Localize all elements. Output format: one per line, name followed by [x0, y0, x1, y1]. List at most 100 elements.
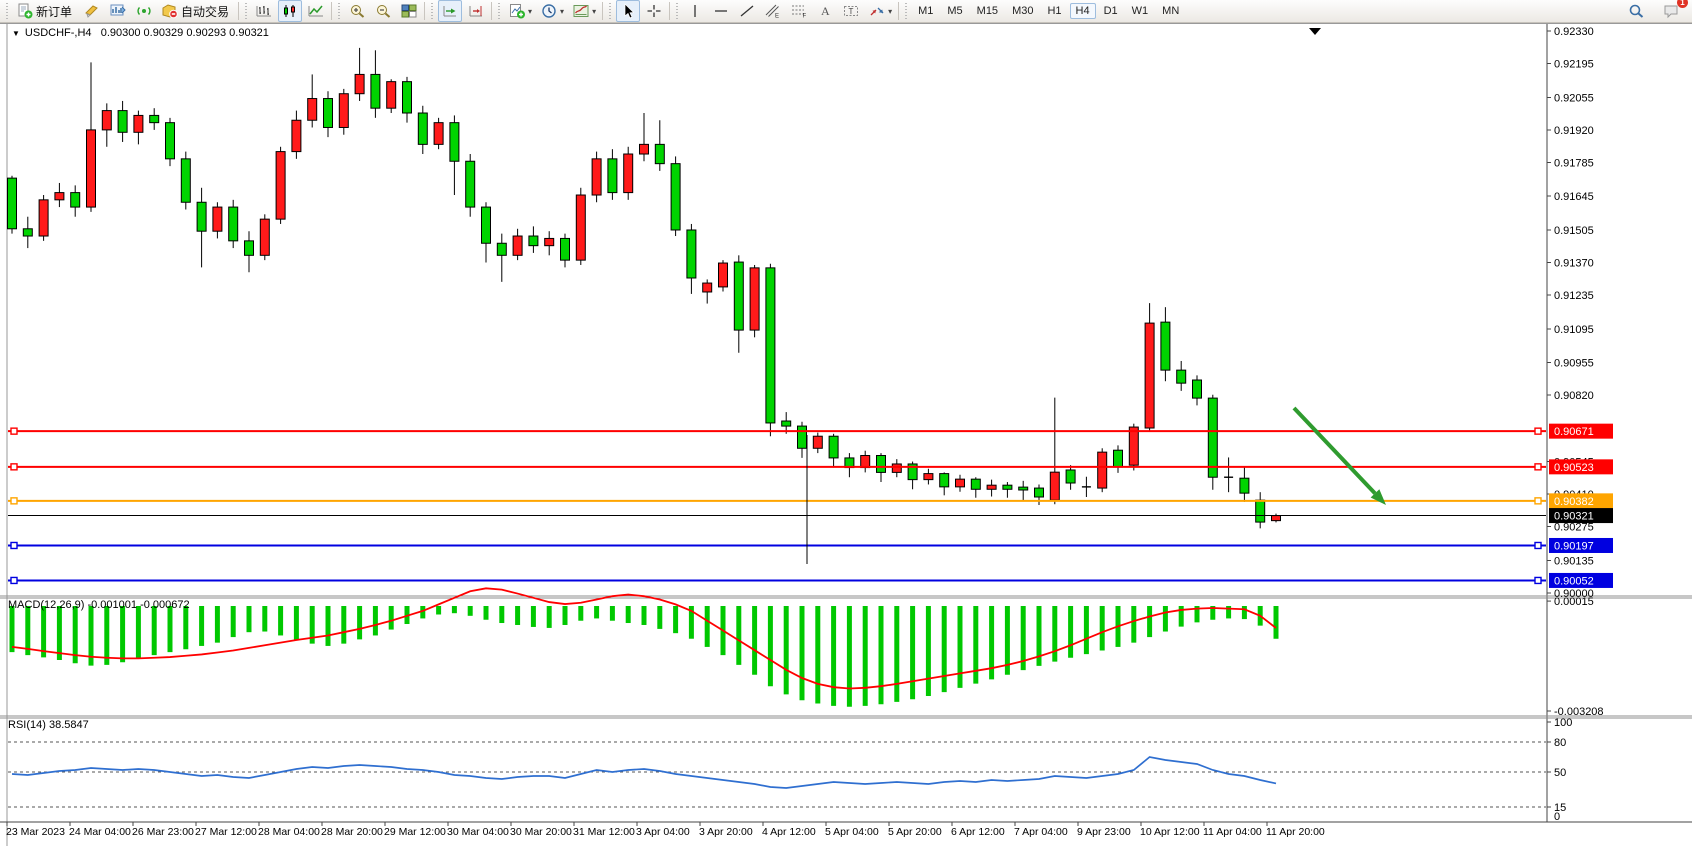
chart-title-text: USDCHF-,H4 0.90300 0.90329 0.90293 0.903…: [25, 27, 269, 39]
trendline-icon: [738, 3, 756, 19]
tf-mn[interactable]: MN: [1156, 3, 1185, 19]
chart-shift-icon: [467, 3, 485, 19]
hline-handle: [1535, 428, 1541, 434]
label-button[interactable]: T: [839, 0, 863, 22]
tf-h4[interactable]: H4: [1070, 3, 1096, 19]
periods-button[interactable]: ▾: [537, 0, 567, 22]
fibonacci-icon: F: [790, 3, 808, 19]
tf-m5-label: M5: [947, 5, 962, 17]
crosshair-button[interactable]: [642, 0, 666, 22]
toolbar-grip: [674, 3, 679, 19]
hline-handle: [1535, 464, 1541, 470]
macd-label: MACD(12,26,9) -0.001001 -0.000672: [8, 599, 190, 611]
label-icon: T: [842, 3, 860, 19]
line-chart-button[interactable]: [304, 0, 328, 22]
tf-h1[interactable]: H1: [1041, 3, 1067, 19]
chart-shift-button[interactable]: [464, 0, 488, 22]
toolbar-separator: [602, 2, 603, 20]
svg-text:28 Mar 04:00: 28 Mar 04:00: [258, 826, 320, 838]
zoom-out-button[interactable]: [371, 0, 395, 22]
cursor-button[interactable]: [616, 0, 640, 22]
chat-button[interactable]: 1: [1659, 0, 1683, 22]
svg-text:0.92195: 0.92195: [1554, 59, 1594, 71]
autotrade-icon: [161, 3, 179, 19]
svg-text:0.90955: 0.90955: [1554, 358, 1594, 370]
dropdown-arrow-icon[interactable]: ▾: [888, 7, 892, 16]
dropdown-arrow-icon[interactable]: ▾: [560, 7, 564, 16]
market-watch-icon: [109, 3, 127, 19]
svg-text:0.90321: 0.90321: [1554, 511, 1594, 523]
tf-m15[interactable]: M15: [971, 3, 1004, 19]
svg-text:29 Mar 12:00: 29 Mar 12:00: [384, 826, 446, 838]
svg-text:3 Apr 04:00: 3 Apr 04:00: [636, 826, 690, 838]
cursor-icon: [619, 3, 637, 19]
svg-text:7 Apr 04:00: 7 Apr 04:00: [1014, 826, 1068, 838]
svg-text:11 Apr 20:00: 11 Apr 20:00: [1266, 826, 1325, 838]
tf-m5[interactable]: M5: [941, 3, 968, 19]
svg-text:4 Apr 12:00: 4 Apr 12:00: [762, 826, 816, 838]
candlestick-icon: [281, 3, 299, 19]
toolbar-grip: [4, 3, 9, 19]
dropdown-arrow-icon[interactable]: ▾: [528, 7, 532, 16]
svg-text:0.92330: 0.92330: [1554, 26, 1594, 38]
channel-button[interactable]: E: [761, 0, 785, 22]
svg-text:24 Mar 04:00: 24 Mar 04:00: [69, 826, 131, 838]
text-button[interactable]: A: [813, 0, 837, 22]
svg-text:11 Apr 04:00: 11 Apr 04:00: [1203, 826, 1262, 838]
autotrade-button[interactable]: 自动交易: [158, 0, 235, 22]
svg-text:0.90135: 0.90135: [1554, 555, 1594, 567]
toolbar-grip: [243, 3, 248, 19]
market-watch-button[interactable]: [106, 0, 130, 22]
tf-w1[interactable]: W1: [1126, 3, 1155, 19]
new-order-button-label: 新订单: [36, 3, 72, 20]
tf-d1[interactable]: D1: [1098, 3, 1124, 19]
hline-handle: [1535, 577, 1541, 583]
bar-chart-button[interactable]: [252, 0, 276, 22]
svg-text:5 Apr 20:00: 5 Apr 20:00: [888, 826, 942, 838]
candlestick-button[interactable]: [278, 0, 302, 22]
svg-text:0.90275: 0.90275: [1554, 522, 1594, 534]
line-chart-icon: [307, 3, 325, 19]
vertical-line-button[interactable]: [683, 0, 707, 22]
svg-text:0.00015: 0.00015: [1554, 596, 1594, 608]
chart-surface[interactable]: 0.923300.921950.920550.919200.917850.916…: [0, 0, 1692, 848]
trendline-button[interactable]: [735, 0, 759, 22]
svg-text:0.91235: 0.91235: [1554, 290, 1594, 302]
new-order-button[interactable]: 新订单: [13, 0, 78, 22]
indicators-button[interactable]: ▾: [505, 0, 535, 22]
styler-button[interactable]: [80, 0, 104, 22]
crosshair-icon: [645, 3, 663, 19]
search-button[interactable]: [1624, 0, 1648, 22]
horizontal-line-button[interactable]: [709, 0, 733, 22]
notification-badge: 1: [1677, 0, 1688, 8]
fibonacci-button[interactable]: F: [787, 0, 811, 22]
templates-button[interactable]: ▾: [569, 0, 599, 22]
dropdown-arrow-icon[interactable]: ▾: [592, 7, 596, 16]
zoom-in-button[interactable]: [345, 0, 369, 22]
svg-text:0.90197: 0.90197: [1554, 540, 1594, 552]
svg-text:100: 100: [1554, 717, 1572, 729]
chart-menu-arrow-icon[interactable]: ▼: [12, 29, 20, 38]
toolbar-separator: [491, 2, 492, 20]
svg-text:28 Mar 20:00: 28 Mar 20:00: [321, 826, 383, 838]
svg-text:10 Apr 12:00: 10 Apr 12:00: [1140, 826, 1200, 838]
tf-m30-label: M30: [1012, 5, 1033, 17]
tile-windows-button[interactable]: [397, 0, 421, 22]
auto-scroll-button[interactable]: [438, 0, 462, 22]
svg-text:0.91920: 0.91920: [1554, 125, 1594, 137]
application-window: 0.923300.921950.920550.919200.917850.916…: [0, 0, 1692, 848]
tile-windows-icon: [400, 3, 418, 19]
periods-icon: [540, 3, 558, 19]
sound-button[interactable]: [132, 0, 156, 22]
tf-m1[interactable]: M1: [912, 3, 939, 19]
toolbar: 新订单 自动交易 ▾ ▾ ▾ EFAT ▾ M1 M5 M15 M30 H1 H4 D1W1MN 1: [0, 0, 1692, 23]
tf-h4-label: H4: [1076, 5, 1090, 17]
arrows-button[interactable]: ▾: [865, 0, 895, 22]
svg-text:27 Mar 12:00: 27 Mar 12:00: [195, 826, 257, 838]
autotrade-button-label: 自动交易: [181, 3, 229, 20]
svg-text:0.91505: 0.91505: [1554, 225, 1594, 237]
svg-text:0.90820: 0.90820: [1554, 390, 1594, 402]
tf-m30[interactable]: M30: [1006, 3, 1039, 19]
hline-handle: [11, 542, 17, 548]
svg-text:0.91785: 0.91785: [1554, 157, 1594, 169]
